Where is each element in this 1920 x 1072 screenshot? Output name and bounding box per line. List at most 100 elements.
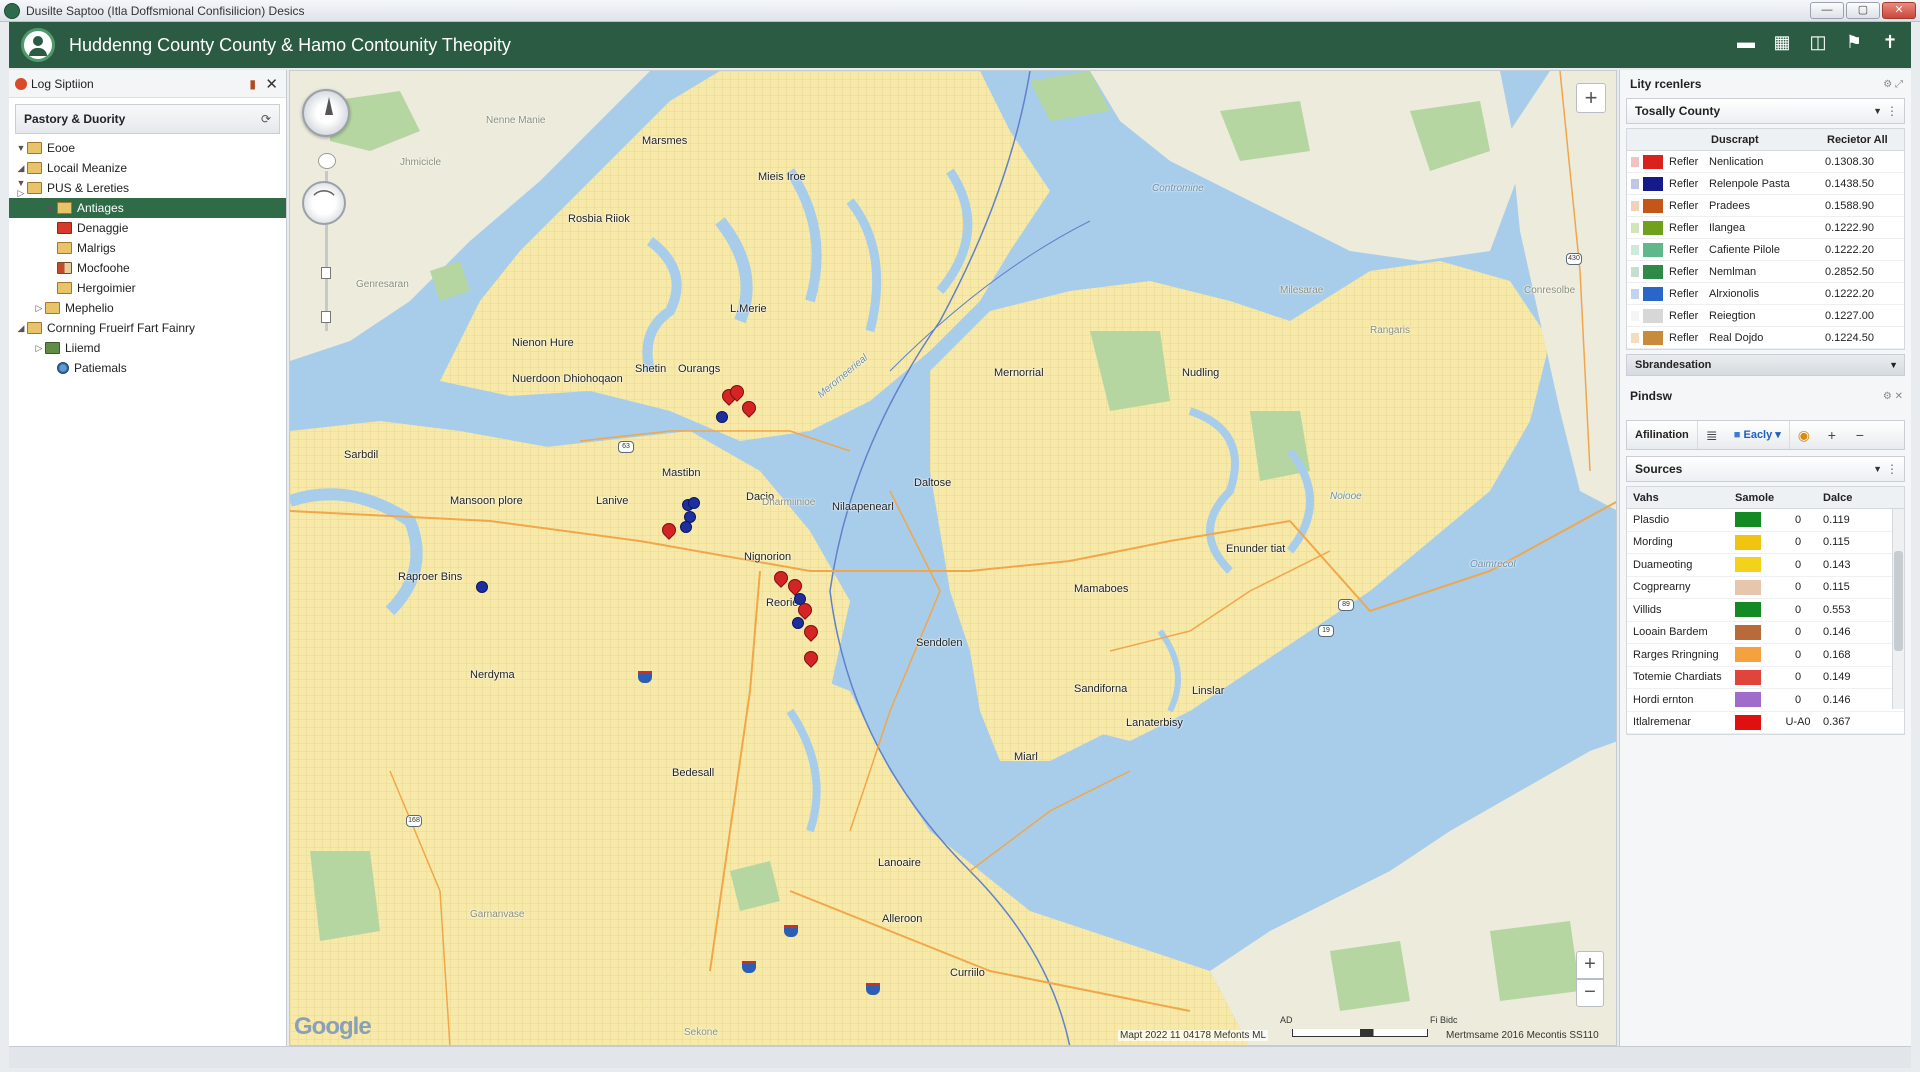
- sources-row[interactable]: Totemie Chardiats 0 0.149: [1627, 667, 1904, 689]
- expand-toggle-icon[interactable]: ◢: [15, 323, 27, 334]
- blue-marker[interactable]: [476, 581, 488, 593]
- legend-row[interactable]: Refler Nenlication 0.1308.30: [1627, 151, 1904, 173]
- add-layer-button[interactable]: +: [1576, 83, 1606, 113]
- county-dropdown[interactable]: Tosally County ▼ ⋮: [1626, 98, 1905, 124]
- sources-row[interactable]: Plasdio 0 0.119: [1627, 509, 1904, 532]
- legend-visibility-toggle[interactable]: [1631, 178, 1639, 189]
- sources-scrollbar[interactable]: [1892, 509, 1904, 709]
- zoom-in-button[interactable]: +: [1576, 951, 1604, 979]
- highway-shield: 168: [406, 815, 422, 827]
- layer-tree-item[interactable]: Mocfoohe: [9, 258, 286, 278]
- blue-marker[interactable]: [716, 411, 728, 423]
- legend-visibility-toggle[interactable]: [1631, 222, 1639, 233]
- expand-toggle-icon[interactable]: ▷: [33, 343, 45, 354]
- layer-tree-item[interactable]: Denaggie: [9, 218, 286, 238]
- legend-row[interactable]: Refler Real Dojdo 0.1224.50: [1627, 327, 1904, 349]
- flag-icon[interactable]: ⚑: [1843, 32, 1865, 53]
- sources-dropdown[interactable]: Sources ▼ ⋮: [1626, 456, 1905, 482]
- scrollbar-thumb[interactable]: [1894, 551, 1903, 651]
- legend-row[interactable]: Refler Cafiente Pilole 0.1222.20: [1627, 239, 1904, 261]
- zoom-out-button[interactable]: −: [1576, 979, 1604, 1007]
- remove-icon[interactable]: −: [1846, 427, 1874, 443]
- minimize-button[interactable]: —: [1810, 2, 1844, 19]
- legend-row[interactable]: Refler Nemlman 0.2852.50: [1627, 261, 1904, 283]
- sources-row[interactable]: Rarges Rringning 0 0.168: [1627, 644, 1904, 667]
- affiliation-button[interactable]: Afilination: [1627, 421, 1698, 449]
- expand-toggle-icon[interactable]: ▼ ▷: [15, 178, 27, 199]
- legend-visibility-toggle[interactable]: [1631, 200, 1639, 211]
- legend-table-header: Duscrapt Recietor All: [1627, 129, 1904, 151]
- expand-toggle-icon[interactable]: ◢: [15, 163, 27, 174]
- layer-tree-item[interactable]: ◢ Cornning Frueirf Fart Fainry: [9, 318, 286, 338]
- pin-icon[interactable]: ✝: [1879, 32, 1901, 53]
- pindsw-title: Pindsw: [1630, 389, 1673, 403]
- globe-icon[interactable]: ◉: [1790, 427, 1818, 444]
- sources-row[interactable]: Mording 0 0.115: [1627, 532, 1904, 554]
- expand-toggle-icon[interactable]: ▼: [15, 143, 27, 153]
- standardization-dropdown[interactable]: Sbrandesation ▼: [1626, 354, 1905, 376]
- interstate-shield: [784, 925, 798, 937]
- blue-marker[interactable]: [688, 497, 700, 509]
- close-panel-icon[interactable]: ✕: [265, 75, 278, 93]
- layer-tree-item[interactable]: ▼ ▷ PUS & Lereties: [9, 178, 286, 198]
- blue-marker[interactable]: [792, 617, 804, 629]
- layer-tree-item[interactable]: Hergoimier: [9, 278, 286, 298]
- layer-tree-item[interactable]: Patiemals: [9, 358, 286, 378]
- map-label-ourangs: Ourangs: [678, 363, 721, 375]
- panel-options-icon[interactable]: ⚙ ⤢: [1883, 79, 1903, 90]
- zoom-slider-handle[interactable]: [321, 267, 331, 279]
- sources-row[interactable]: Villids 0 0.553: [1627, 599, 1904, 622]
- maximize-button[interactable]: ▢: [1846, 2, 1880, 19]
- panel-options-icon[interactable]: ⚙ ✕: [1883, 391, 1903, 402]
- layer-section-header[interactable]: Pastory & Duority ⟳: [15, 104, 280, 134]
- map-view[interactable]: Marsmes Mieis Iroe Rosbia Riiok L.Merie …: [289, 70, 1617, 1046]
- sources-row[interactable]: Hordi ernton 0 0.146: [1627, 689, 1904, 712]
- early-dropdown[interactable]: ■ Eacly ▾: [1726, 421, 1790, 449]
- layer-tree-item[interactable]: Malrigs: [9, 238, 286, 258]
- legend-row[interactable]: Refler Relenpole Pasta 0.1438.50: [1627, 173, 1904, 195]
- sources-row[interactable]: Duameoting 0 0.143: [1627, 554, 1904, 577]
- sources-dropdown-label: Sources: [1635, 462, 1683, 476]
- folder-icon[interactable]: ▬: [1735, 32, 1757, 53]
- pan-control[interactable]: [318, 153, 336, 169]
- more-icon[interactable]: ⋮: [1886, 104, 1898, 118]
- grid-icon[interactable]: ▦: [1771, 32, 1793, 53]
- legend-row[interactable]: Refler Ilangea 0.1222.90: [1627, 217, 1904, 239]
- map-label-alleroon: Alleroon: [882, 913, 923, 925]
- add-icon[interactable]: +: [1818, 427, 1846, 443]
- legend-visibility-toggle[interactable]: [1631, 156, 1639, 167]
- map-label-lanoaire: Lanoaire: [878, 857, 921, 869]
- layer-tree-item[interactable]: ▷ Liiemd: [9, 338, 286, 358]
- map-label-curriilo: Curriilo: [950, 967, 985, 979]
- more-icon[interactable]: ⋮: [1886, 462, 1898, 476]
- refresh-icon[interactable]: ⟳: [261, 112, 271, 126]
- expand-toggle-icon[interactable]: ▷: [33, 303, 45, 314]
- layer-tree-item[interactable]: ▶ Antiages: [9, 198, 286, 218]
- sources-row[interactable]: Looain Bardem 0 0.146: [1627, 622, 1904, 644]
- legend-description: Alrxionolis: [1709, 287, 1760, 300]
- compass-icon[interactable]: [302, 89, 350, 137]
- legend-visibility-toggle[interactable]: [1631, 310, 1639, 321]
- legend-row[interactable]: Refler Pradees 0.1588.90: [1627, 195, 1904, 217]
- sources-row[interactable]: Itlalremenar U-A0 0.367: [1627, 712, 1904, 734]
- list-icon[interactable]: ≣: [1698, 427, 1726, 444]
- source-swatch: [1735, 557, 1761, 573]
- layer-tree-item[interactable]: ▷ Mephelio: [9, 298, 286, 318]
- legend-visibility-toggle[interactable]: [1631, 266, 1639, 277]
- blue-marker[interactable]: [680, 521, 692, 533]
- sources-row[interactable]: Cogprearny 0 0.115: [1627, 577, 1904, 599]
- chart-icon[interactable]: ◫: [1807, 32, 1829, 53]
- zoom-slider-knob[interactable]: ⌒: [302, 181, 346, 225]
- legend-row[interactable]: Refler Reiegtion 0.1227.00: [1627, 305, 1904, 327]
- legend-visibility-toggle[interactable]: [1631, 288, 1639, 299]
- layer-tree-item[interactable]: ◢ Locail Meanize: [9, 158, 286, 178]
- legend-visibility-toggle[interactable]: [1631, 244, 1639, 255]
- legend-visibility-toggle[interactable]: [1631, 332, 1639, 343]
- legend-value: 0.1222.20: [1825, 243, 1874, 256]
- dock-pin-icon[interactable]: ▮: [249, 77, 256, 91]
- legend-row[interactable]: Refler Alrxionolis 0.1222.20: [1627, 283, 1904, 305]
- layer-tree-item[interactable]: ▼ Eooe: [9, 138, 286, 158]
- expand-toggle-icon[interactable]: ▶: [45, 203, 57, 214]
- close-window-button[interactable]: ✕: [1882, 2, 1916, 19]
- zoom-slider-handle[interactable]: [321, 311, 331, 323]
